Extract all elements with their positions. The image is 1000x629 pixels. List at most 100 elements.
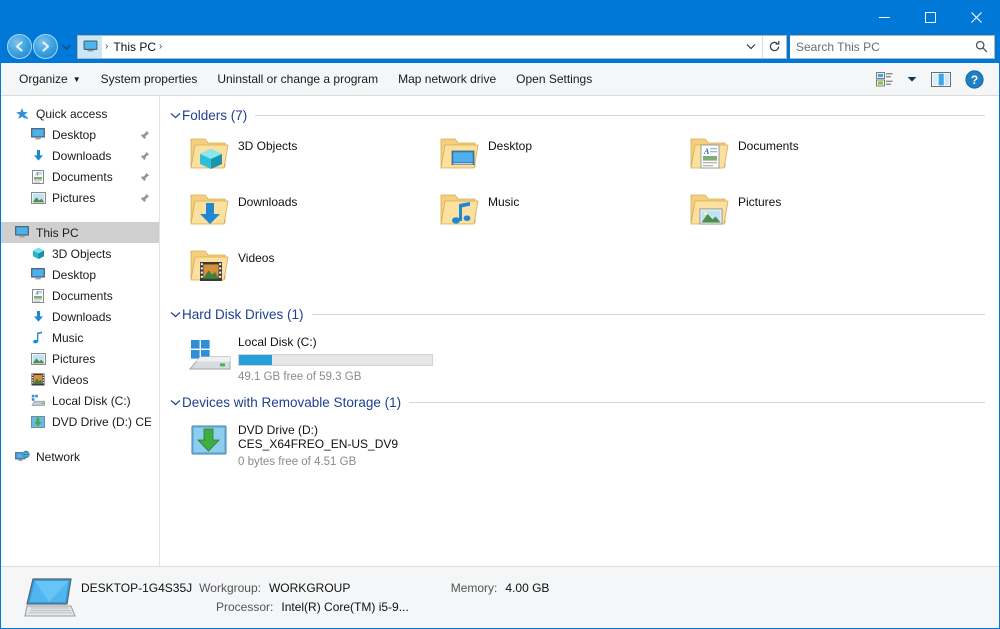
memory-value: 4.00 GB xyxy=(505,581,550,595)
removable-storage-tiles: DVD Drive (D:) CES_X64FREO_EN-US_DV9 0 b… xyxy=(160,414,999,468)
sidebar-item-dvd-drive-d[interactable]: DVD Drive (D:) CES_X xyxy=(1,411,159,432)
recent-locations-button[interactable] xyxy=(59,44,73,50)
folder-item-pictures[interactable]: Pictures xyxy=(682,183,932,239)
pictures-icon xyxy=(29,191,47,204)
sidebar-item-label: Desktop xyxy=(52,127,97,142)
sidebar-item-3d-objects[interactable]: 3D Objects xyxy=(1,243,159,264)
sidebar-item-pictures-quick[interactable]: Pictures xyxy=(1,187,159,208)
sidebar-item-this-pc[interactable]: This PC xyxy=(1,222,159,243)
breadcrumb-this-pc[interactable]: This PC xyxy=(113,40,156,54)
computer-name-row: DESKTOP-1G4S35J Workgroup: WORKGROUP xyxy=(81,581,409,595)
downloads-icon xyxy=(29,310,47,323)
folder-label: Music xyxy=(488,195,520,209)
back-button[interactable] xyxy=(7,34,32,59)
close-button[interactable] xyxy=(953,1,999,33)
sidebar-item-desktop[interactable]: Desktop xyxy=(1,264,159,285)
search-box[interactable] xyxy=(790,34,995,59)
file-explorer-window: › This PC › Organize ▼ xyxy=(0,0,1000,629)
hard-disk-tiles: Local Disk (C:) 49.1 GB free of 59.3 GB xyxy=(160,326,999,383)
documents-icon: A xyxy=(29,288,47,303)
preview-pane-button[interactable] xyxy=(924,71,958,87)
windows-drive-icon xyxy=(182,334,238,376)
sidebar-item-label: DVD Drive (D:) CES_X xyxy=(52,414,151,429)
group-header-hard-disk-drives[interactable]: Hard Disk Drives (1) xyxy=(160,302,999,326)
folder-label: Pictures xyxy=(738,195,782,209)
pin-icon[interactable] xyxy=(139,130,151,140)
map-network-drive-button[interactable]: Map network drive xyxy=(388,68,506,90)
refresh-button[interactable] xyxy=(762,35,786,58)
group-header-removable-storage[interactable]: Devices with Removable Storage (1) xyxy=(160,390,999,414)
search-icon xyxy=(975,40,988,53)
sidebar-item-pictures[interactable]: Pictures xyxy=(1,348,159,369)
pin-icon[interactable] xyxy=(139,151,151,161)
change-view-button[interactable] xyxy=(869,71,900,87)
network-icon xyxy=(13,450,31,463)
3d-objects-icon xyxy=(29,247,47,260)
folder-item-videos[interactable]: Videos xyxy=(182,239,432,295)
sidebar-item-label: Videos xyxy=(52,372,89,387)
svg-text:A: A xyxy=(34,291,39,296)
navigation-pane[interactable]: Quick access Desktop Downloads A Documen… xyxy=(1,96,160,566)
drive-item-dvd-drive-d[interactable]: DVD Drive (D:) CES_X64FREO_EN-US_DV9 0 b… xyxy=(182,414,432,468)
chevron-down-icon[interactable] xyxy=(168,311,182,318)
uninstall-or-change-program-button[interactable]: Uninstall or change a program xyxy=(207,68,388,90)
sidebar-item-label: This PC xyxy=(36,225,79,240)
content-pane[interactable]: Folders (7) 3D Objects Desktop A Documen… xyxy=(160,96,999,566)
drive-meta: DVD Drive (D:) CES_X64FREO_EN-US_DV9 0 b… xyxy=(238,422,398,468)
processor-row: Processor: Intel(R) Core(TM) i5-9... xyxy=(81,600,409,614)
desktop-icon xyxy=(29,268,47,281)
sidebar-item-downloads-quick[interactable]: Downloads xyxy=(1,145,159,166)
sidebar-item-quick-access[interactable]: Quick access xyxy=(1,103,159,124)
address-dropdown-icon[interactable] xyxy=(740,36,762,58)
sidebar-item-documents[interactable]: A Documents xyxy=(1,285,159,306)
address-bar[interactable]: › This PC › xyxy=(77,34,787,59)
minimize-button[interactable] xyxy=(861,1,907,33)
sidebar-item-videos[interactable]: Videos xyxy=(1,369,159,390)
system-properties-button[interactable]: System properties xyxy=(91,68,208,90)
folder-videos-icon xyxy=(182,245,238,285)
sidebar-item-local-disk-c[interactable]: Local Disk (C:) xyxy=(1,390,159,411)
sidebar-item-label: 3D Objects xyxy=(52,246,112,261)
sidebar-item-music[interactable]: Music xyxy=(1,327,159,348)
folder-item-music[interactable]: Music xyxy=(432,183,682,239)
sidebar-item-label: Downloads xyxy=(52,309,112,324)
folder-downloads-icon xyxy=(182,189,238,229)
pin-icon[interactable] xyxy=(139,172,151,182)
music-icon xyxy=(29,331,47,344)
folder-item-downloads[interactable]: Downloads xyxy=(182,183,432,239)
group-header-folders[interactable]: Folders (7) xyxy=(160,103,999,127)
computer-icon xyxy=(19,576,81,620)
videos-icon xyxy=(29,373,47,386)
search-input[interactable] xyxy=(796,39,975,54)
sidebar-item-label: Quick access xyxy=(36,106,108,121)
sidebar-item-downloads[interactable]: Downloads xyxy=(1,306,159,327)
sidebar-item-label: Network xyxy=(36,449,81,464)
folder-item-documents[interactable]: A Documents xyxy=(682,127,932,183)
open-settings-button[interactable]: Open Settings xyxy=(506,68,602,90)
organize-menu-button[interactable]: Organize ▼ xyxy=(9,68,91,90)
drive-item-local-disk-c[interactable]: Local Disk (C:) 49.1 GB free of 59.3 GB xyxy=(182,326,433,383)
sidebar-item-documents-quick[interactable]: A Documents xyxy=(1,166,159,187)
breadcrumb-separator-tail[interactable]: › xyxy=(156,41,167,52)
pin-icon[interactable] xyxy=(139,193,151,203)
chevron-down-icon[interactable] xyxy=(168,399,182,406)
maximize-button[interactable] xyxy=(907,1,953,33)
sidebar-item-network[interactable]: Network xyxy=(1,446,159,467)
folder-label: Downloads xyxy=(238,195,298,209)
address-bar-row: › This PC › xyxy=(1,33,999,63)
chevron-down-icon[interactable] xyxy=(168,112,182,119)
folder-label: Desktop xyxy=(488,139,533,153)
drive-meta: Local Disk (C:) 49.1 GB free of 59.3 GB xyxy=(238,334,433,383)
help-button[interactable]: ? xyxy=(958,69,991,89)
folder-item-desktop[interactable]: Desktop xyxy=(432,127,682,183)
local-disk-icon xyxy=(29,394,47,407)
forward-button[interactable] xyxy=(33,34,58,59)
desktop-icon xyxy=(29,128,47,141)
view-options-dropdown[interactable] xyxy=(900,76,924,83)
folder-item-3d-objects[interactable]: 3D Objects xyxy=(182,127,432,183)
drive-name: DVD Drive (D:) xyxy=(238,423,318,437)
memory-row: Memory: 4.00 GB xyxy=(451,581,550,595)
sidebar-item-desktop-quick[interactable]: Desktop xyxy=(1,124,159,145)
navigation-buttons xyxy=(5,34,73,59)
